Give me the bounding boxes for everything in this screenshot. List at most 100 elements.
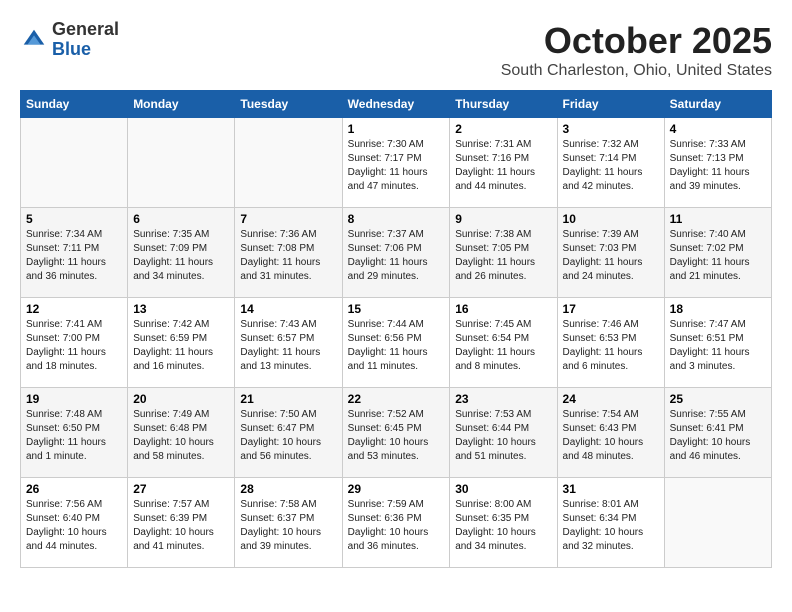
day-number: 10 [563,212,659,226]
day-info: Sunrise: 7:47 AM Sunset: 6:51 PM Dayligh… [670,318,766,374]
week-row-1: 1 Sunrise: 7:30 AM Sunset: 7:17 PM Daylig… [21,118,772,208]
day-info: Sunrise: 7:50 AM Sunset: 6:47 PM Dayligh… [240,408,336,464]
logo: General Blue [20,20,119,60]
week-row-5: 26 Sunrise: 7:56 AM Sunset: 6:40 PM Dayli… [21,478,772,568]
calendar-cell [235,118,342,208]
month-title: October 2025 [501,20,772,62]
calendar-cell: 24Sunrise: 7:54 AM Sunset: 6:43 PM Dayli… [557,388,664,478]
calendar-cell: 11 Sunrise: 7:40 AM Sunset: 7:02 PM Dayli… [664,208,771,298]
day-info: Sunrise: 7:43 AM Sunset: 6:57 PM Dayligh… [240,318,336,374]
day-info: Sunrise: 7:48 AM Sunset: 6:50 PM Dayligh… [26,408,122,464]
day-number: 5 [26,212,122,226]
day-number: 18 [670,302,766,316]
col-header-saturday: Saturday [664,91,771,118]
calendar-cell [21,118,128,208]
day-number: 23 [455,392,551,406]
day-info: Sunrise: 7:40 AM Sunset: 7:02 PM Dayligh… [670,228,766,284]
day-info: Sunrise: 7:42 AM Sunset: 6:59 PM Dayligh… [133,318,229,374]
col-header-wednesday: Wednesday [342,91,450,118]
day-number: 16 [455,302,551,316]
day-number: 27 [133,482,229,496]
day-info: Sunrise: 7:52 AM Sunset: 6:45 PM Dayligh… [348,408,445,464]
day-info: Sunrise: 7:59 AM Sunset: 6:36 PM Dayligh… [348,498,445,554]
day-info: Sunrise: 7:56 AM Sunset: 6:40 PM Dayligh… [26,498,122,554]
calendar-cell: 27 Sunrise: 7:57 AM Sunset: 6:39 PM Dayli… [128,478,235,568]
day-info: Sunrise: 7:31 AM Sunset: 7:16 PM Dayligh… [455,138,551,194]
col-header-sunday: Sunday [21,91,128,118]
logo-text: General Blue [52,20,119,60]
calendar-cell: 28Sunrise: 7:58 AM Sunset: 6:37 PM Dayli… [235,478,342,568]
calendar-cell [664,478,771,568]
calendar-cell: 20 Sunrise: 7:49 AM Sunset: 6:48 PM Dayli… [128,388,235,478]
calendar-cell: 16 Sunrise: 7:45 AM Sunset: 6:54 PM Dayli… [450,298,557,388]
calendar-cell: 18 Sunrise: 7:47 AM Sunset: 6:51 PM Dayli… [664,298,771,388]
calendar-cell: 13 Sunrise: 7:42 AM Sunset: 6:59 PM Dayli… [128,298,235,388]
col-header-monday: Monday [128,91,235,118]
calendar-cell: 2Sunrise: 7:31 AM Sunset: 7:16 PM Daylig… [450,118,557,208]
calendar-cell [128,118,235,208]
day-info: Sunrise: 7:30 AM Sunset: 7:17 PM Dayligh… [348,138,445,194]
day-number: 25 [670,392,766,406]
day-info: Sunrise: 7:58 AM Sunset: 6:37 PM Dayligh… [240,498,336,554]
day-number: 22 [348,392,445,406]
day-info: Sunrise: 7:57 AM Sunset: 6:39 PM Dayligh… [133,498,229,554]
day-info: Sunrise: 7:41 AM Sunset: 7:00 PM Dayligh… [26,318,122,374]
calendar-cell: 3 Sunrise: 7:32 AM Sunset: 7:14 PM Daylig… [557,118,664,208]
day-number: 26 [26,482,122,496]
day-number: 31 [563,482,659,496]
calendar-cell: 25Sunrise: 7:55 AM Sunset: 6:41 PM Dayli… [664,388,771,478]
day-number: 12 [26,302,122,316]
calendar-cell: 23Sunrise: 7:53 AM Sunset: 6:44 PM Dayli… [450,388,557,478]
day-info: Sunrise: 7:34 AM Sunset: 7:11 PM Dayligh… [26,228,122,284]
col-header-friday: Friday [557,91,664,118]
day-number: 14 [240,302,336,316]
day-info: Sunrise: 7:37 AM Sunset: 7:06 PM Dayligh… [348,228,445,284]
day-info: Sunrise: 7:44 AM Sunset: 6:56 PM Dayligh… [348,318,445,374]
calendar-cell: 10 Sunrise: 7:39 AM Sunset: 7:03 PM Dayli… [557,208,664,298]
calendar-cell: 19 Sunrise: 7:48 AM Sunset: 6:50 PM Dayli… [21,388,128,478]
day-number: 20 [133,392,229,406]
logo-icon [20,26,48,54]
day-number: 11 [670,212,766,226]
day-info: Sunrise: 7:38 AM Sunset: 7:05 PM Dayligh… [455,228,551,284]
calendar-cell: 22 Sunrise: 7:52 AM Sunset: 6:45 PM Dayli… [342,388,450,478]
page-header: General Blue October 2025 South Charlest… [20,20,772,80]
day-number: 30 [455,482,551,496]
day-number: 3 [563,122,659,136]
calendar-cell: 21 Sunrise: 7:50 AM Sunset: 6:47 PM Dayli… [235,388,342,478]
calendar-table: SundayMondayTuesdayWednesdayThursdayFrid… [20,90,772,568]
day-number: 4 [670,122,766,136]
day-number: 1 [348,122,445,136]
week-row-2: 5 Sunrise: 7:34 AM Sunset: 7:11 PM Daylig… [21,208,772,298]
calendar-cell: 4 Sunrise: 7:33 AM Sunset: 7:13 PM Daylig… [664,118,771,208]
day-number: 19 [26,392,122,406]
calendar-cell: 5 Sunrise: 7:34 AM Sunset: 7:11 PM Daylig… [21,208,128,298]
day-info: Sunrise: 7:49 AM Sunset: 6:48 PM Dayligh… [133,408,229,464]
calendar-cell: 29 Sunrise: 7:59 AM Sunset: 6:36 PM Dayli… [342,478,450,568]
day-info: Sunrise: 7:32 AM Sunset: 7:14 PM Dayligh… [563,138,659,194]
day-number: 29 [348,482,445,496]
day-number: 17 [563,302,659,316]
calendar-cell: 1 Sunrise: 7:30 AM Sunset: 7:17 PM Daylig… [342,118,450,208]
calendar-cell: 9Sunrise: 7:38 AM Sunset: 7:05 PM Daylig… [450,208,557,298]
day-number: 24 [563,392,659,406]
day-number: 13 [133,302,229,316]
week-row-3: 12 Sunrise: 7:41 AM Sunset: 7:00 PM Dayli… [21,298,772,388]
day-info: Sunrise: 7:35 AM Sunset: 7:09 PM Dayligh… [133,228,229,284]
day-info: Sunrise: 7:39 AM Sunset: 7:03 PM Dayligh… [563,228,659,284]
calendar-cell: 7 Sunrise: 7:36 AM Sunset: 7:08 PM Daylig… [235,208,342,298]
calendar-cell: 17Sunrise: 7:46 AM Sunset: 6:53 PM Dayli… [557,298,664,388]
location-subtitle: South Charleston, Ohio, United States [501,62,772,80]
calendar-cell: 26 Sunrise: 7:56 AM Sunset: 6:40 PM Dayli… [21,478,128,568]
day-info: Sunrise: 7:33 AM Sunset: 7:13 PM Dayligh… [670,138,766,194]
day-info: Sunrise: 7:36 AM Sunset: 7:08 PM Dayligh… [240,228,336,284]
day-number: 6 [133,212,229,226]
calendar-cell: 8Sunrise: 7:37 AM Sunset: 7:06 PM Daylig… [342,208,450,298]
day-number: 21 [240,392,336,406]
day-number: 7 [240,212,336,226]
day-info: Sunrise: 8:00 AM Sunset: 6:35 PM Dayligh… [455,498,551,554]
col-header-thursday: Thursday [450,91,557,118]
calendar-cell: 30 Sunrise: 8:00 AM Sunset: 6:35 PM Dayli… [450,478,557,568]
calendar-cell: 12 Sunrise: 7:41 AM Sunset: 7:00 PM Dayli… [21,298,128,388]
day-info: Sunrise: 7:45 AM Sunset: 6:54 PM Dayligh… [455,318,551,374]
